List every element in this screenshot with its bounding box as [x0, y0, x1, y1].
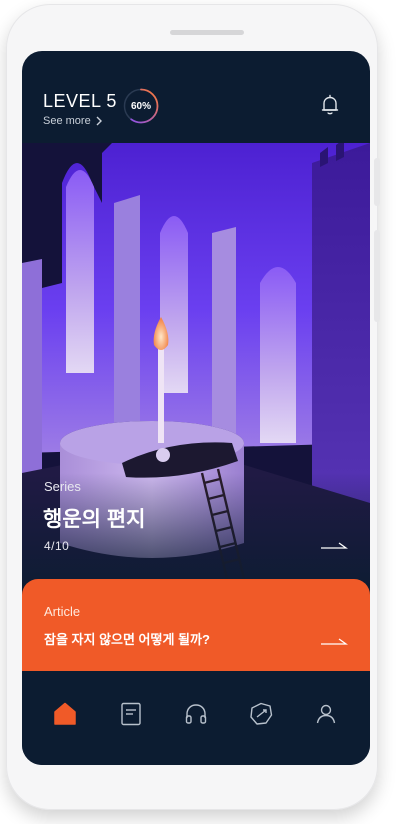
series-category-label: Series — [44, 479, 81, 494]
nav-audio[interactable] — [182, 700, 210, 728]
app-screen: LEVEL 5 See more 60% Series 행운의 편지 4/10 … — [22, 51, 370, 765]
sticker-icon — [250, 702, 273, 725]
bottom-navigation — [22, 671, 370, 765]
notification-bell-icon[interactable] — [318, 93, 342, 117]
chevron-right-icon — [96, 116, 102, 126]
phone-speaker — [170, 30, 244, 35]
series-title: 행운의 편지 — [43, 508, 146, 531]
power-button — [374, 230, 380, 322]
article-title: 잠을 자지 않으면 어떻게 될까? — [44, 632, 210, 647]
nav-library[interactable] — [117, 700, 145, 728]
arrow-right-icon[interactable] — [320, 634, 348, 648]
see-more-link[interactable]: See more — [43, 115, 103, 127]
article-card[interactable]: Article 잠을 자지 않으면 어떻게 될까? — [22, 579, 370, 671]
volume-button — [374, 158, 380, 206]
profile-icon — [316, 704, 336, 724]
series-episode-count: 4/10 — [44, 539, 70, 553]
see-more-label: See more — [43, 115, 91, 127]
arrow-right-icon[interactable] — [320, 538, 348, 552]
article-category-label: Article — [44, 604, 81, 619]
level-text: LEVEL 5 — [43, 91, 117, 111]
phone-frame: LEVEL 5 See more 60% Series 행운의 편지 4/10 … — [6, 4, 380, 810]
nav-home[interactable] — [51, 700, 79, 728]
book-icon — [121, 702, 141, 726]
home-icon — [54, 702, 76, 725]
level-progress-label: 60% — [130, 100, 151, 112]
headphones-icon — [185, 704, 207, 724]
nav-stickers[interactable] — [247, 700, 275, 728]
nav-profile[interactable] — [312, 700, 340, 728]
